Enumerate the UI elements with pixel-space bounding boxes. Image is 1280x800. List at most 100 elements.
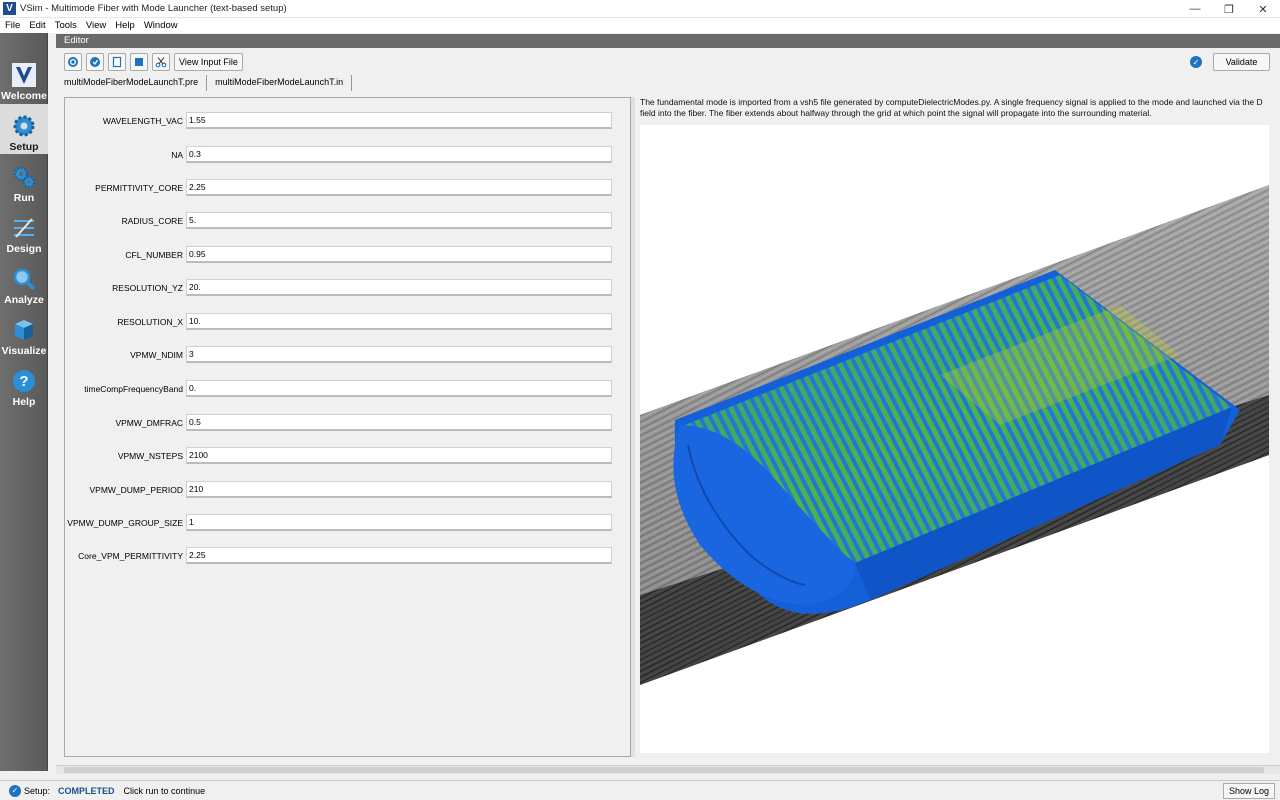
- menu-window[interactable]: Window: [139, 20, 182, 31]
- title-bar: V VSim - Multimode Fiber with Mode Launc…: [0, 0, 1280, 18]
- document-icon: [112, 56, 122, 68]
- nav-run[interactable]: Run: [0, 155, 48, 205]
- nav-label: Setup: [9, 141, 39, 153]
- view-input-file-button[interactable]: View Input File: [174, 53, 243, 71]
- param-row: VPMW_NDIM 3: [65, 346, 632, 364]
- param-input[interactable]: 1: [186, 514, 612, 531]
- vsim-app-icon: V: [3, 2, 16, 15]
- param-label: WAVELENGTH_VAC: [102, 116, 183, 126]
- save-button[interactable]: [86, 53, 104, 71]
- nav-label: Analyze: [4, 294, 44, 306]
- nav-help[interactable]: ? Help: [0, 359, 48, 409]
- param-row: NA 0.3: [65, 146, 632, 164]
- param-input[interactable]: 3: [186, 346, 612, 363]
- export-button[interactable]: [130, 53, 148, 71]
- param-input[interactable]: 0.5: [186, 414, 612, 431]
- param-input[interactable]: 2.25: [186, 547, 612, 564]
- scissors-button[interactable]: [152, 53, 170, 71]
- param-input[interactable]: 0.3: [186, 146, 612, 163]
- status-message: Click run to continue: [123, 785, 206, 796]
- param-row: Core_VPM_PERMITTIVITY 2.25: [65, 547, 632, 565]
- param-input[interactable]: 1.55: [186, 112, 612, 129]
- param-label: VPMW_DUMP_GROUP_SIZE: [67, 518, 183, 528]
- menu-view[interactable]: View: [81, 20, 110, 31]
- nav-label: Run: [13, 192, 35, 204]
- param-label: VPMW_NDIM: [130, 350, 183, 360]
- status-state: COMPLETED: [58, 785, 115, 796]
- nav-label: Help: [12, 396, 36, 408]
- show-log-button[interactable]: Show Log: [1222, 783, 1275, 799]
- file-tabs: multiModeFiberModeLaunchT.pre multiModeF…: [56, 74, 1280, 91]
- window-title: VSim - Multimode Fiber with Mode Launche…: [20, 3, 287, 14]
- parameter-form: WAVELENGTH_VAC 1.55 NA 0.3 PERMITTIVITY_…: [64, 97, 631, 757]
- menu-edit[interactable]: Edit: [24, 20, 49, 31]
- menu-tools[interactable]: Tools: [50, 20, 81, 31]
- param-input[interactable]: 0.: [186, 380, 612, 397]
- param-label: timeCompFrequencyBand: [84, 384, 183, 394]
- description-text: The fundamental mode is imported from a …: [640, 97, 1263, 118]
- param-input[interactable]: 10.: [186, 313, 612, 330]
- svg-text:?: ?: [19, 373, 28, 390]
- param-row: PERMITTIVITY_CORE 2.25: [65, 179, 632, 197]
- menu-bar: File Edit Tools View Help Window: [0, 18, 1280, 33]
- tab-pre-file[interactable]: multiModeFiberModeLaunchT.pre: [56, 75, 208, 91]
- fiber-render: [640, 185, 1269, 685]
- param-label: VPMW_DUMP_PERIOD: [89, 485, 183, 495]
- validate-button[interactable]: Validate: [1213, 53, 1270, 71]
- param-row: timeCompFrequencyBand 0.: [65, 380, 632, 398]
- param-row: CFL_NUMBER 0.95: [65, 246, 632, 264]
- status-bar: ✓ Setup: COMPLETED Click run to continue…: [0, 780, 1280, 800]
- panel-splitter[interactable]: [631, 97, 635, 757]
- nav-design[interactable]: Design: [0, 206, 48, 256]
- menu-help[interactable]: Help: [110, 20, 139, 31]
- fiber-visualization-image: [640, 125, 1269, 753]
- param-input[interactable]: 210: [186, 481, 612, 498]
- param-label: Core_VPM_PERMITTIVITY: [78, 551, 183, 561]
- horizontal-scrollbar[interactable]: [56, 765, 1280, 774]
- question-icon: ?: [13, 370, 35, 392]
- menu-file[interactable]: File: [0, 20, 24, 31]
- param-input[interactable]: 2.25: [186, 179, 612, 196]
- param-row: RADIUS_CORE 5.: [65, 212, 632, 230]
- nav-setup[interactable]: Setup: [0, 104, 48, 154]
- status-check-icon: ✓: [9, 784, 21, 797]
- vsim-logo-icon: [12, 63, 36, 87]
- nav-label: Design: [6, 243, 42, 255]
- magnifier-icon: [13, 268, 36, 291]
- param-label: VPMW_DMFRAC: [115, 418, 183, 428]
- editor-toolbar: View Input File ✓ Validate: [56, 50, 1280, 74]
- nav-welcome[interactable]: Welcome: [0, 53, 48, 103]
- cube-small-icon: [135, 58, 143, 66]
- param-row: RESOLUTION_X 10.: [65, 313, 632, 331]
- minimize-icon[interactable]: —: [1178, 0, 1212, 18]
- gears-run-icon: [14, 167, 35, 188]
- reload-icon: [68, 57, 78, 67]
- scrollbar-thumb[interactable]: [64, 767, 1264, 773]
- param-label: VPMW_NSTEPS: [117, 451, 183, 461]
- nav-analyze[interactable]: Analyze: [0, 257, 48, 307]
- editor-header: Editor: [56, 34, 1280, 48]
- param-input[interactable]: 0.95: [186, 246, 612, 263]
- param-row: VPMW_DMFRAC 0.5: [65, 414, 632, 432]
- param-row: VPMW_DUMP_GROUP_SIZE 1: [65, 514, 632, 532]
- cube-icon: [15, 320, 33, 340]
- nav-visualize[interactable]: Visualize: [0, 308, 48, 358]
- close-icon[interactable]: ✕: [1246, 0, 1280, 18]
- nav-label: Visualize: [1, 345, 47, 357]
- param-label: RESOLUTION_YZ: [112, 283, 183, 293]
- copy-button[interactable]: [108, 53, 126, 71]
- param-input[interactable]: 20.: [186, 279, 612, 296]
- param-label: CFL_NUMBER: [125, 250, 183, 260]
- tab-in-file[interactable]: multiModeFiberModeLaunchT.in: [207, 75, 353, 91]
- nav-label: Welcome: [1, 90, 47, 102]
- param-row: VPMW_NSTEPS 2100: [65, 447, 632, 465]
- param-input[interactable]: 5.: [186, 212, 612, 229]
- param-label: NA: [171, 150, 183, 160]
- design-icon: [14, 218, 34, 238]
- save-icon: [90, 57, 100, 67]
- param-input[interactable]: 2100: [186, 447, 612, 464]
- left-nav: Welcome Setup Run Design Analyze Visuali…: [0, 33, 48, 771]
- gear-icon: [13, 115, 35, 137]
- reload-button[interactable]: [64, 53, 82, 71]
- restore-icon[interactable]: ❐: [1212, 0, 1246, 18]
